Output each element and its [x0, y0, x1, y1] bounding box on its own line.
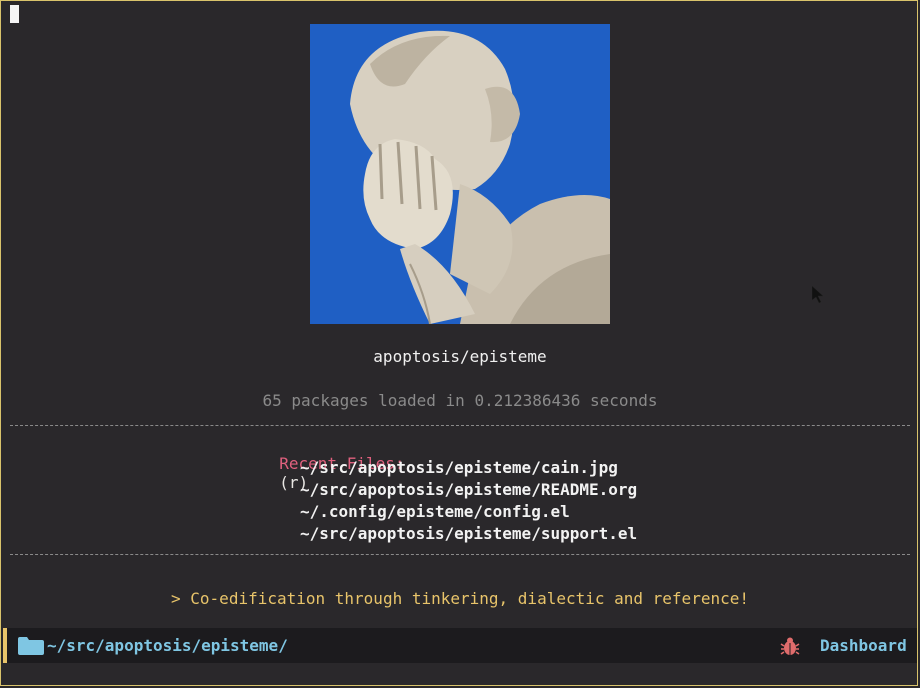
mouse-pointer-icon	[812, 286, 824, 304]
banner-image	[310, 24, 610, 324]
facepalm-statue-image	[310, 24, 610, 324]
current-directory-path: ~/src/apoptosis/episteme/	[47, 636, 288, 655]
folder-icon	[18, 637, 44, 655]
packages-loaded-text: 65 packages loaded in 0.212386436 second…	[262, 391, 658, 410]
dashboard-title: apoptosis/episteme	[373, 347, 547, 366]
dashboard-footer-quote: > Co-edification through tinkering, dial…	[171, 589, 749, 608]
recent-file-item[interactable]: ~/src/apoptosis/episteme/support.el	[300, 523, 637, 545]
major-mode-name: Dashboard	[820, 636, 907, 655]
section-divider-top	[10, 425, 910, 426]
section-divider-bottom	[10, 554, 910, 555]
recent-file-item[interactable]: ~/.config/episteme/config.el	[300, 501, 637, 523]
recent-files-list: ~/src/apoptosis/episteme/cain.jpg ~/src/…	[300, 457, 637, 545]
recent-file-item[interactable]: ~/src/apoptosis/episteme/cain.jpg	[300, 457, 637, 479]
recent-file-item[interactable]: ~/src/apoptosis/episteme/README.org	[300, 479, 637, 501]
mode-line: ~/src/apoptosis/episteme/ Dashboard	[3, 628, 917, 663]
mode-line-marker	[3, 628, 7, 663]
text-cursor	[10, 5, 19, 23]
bug-icon[interactable]	[780, 636, 800, 656]
